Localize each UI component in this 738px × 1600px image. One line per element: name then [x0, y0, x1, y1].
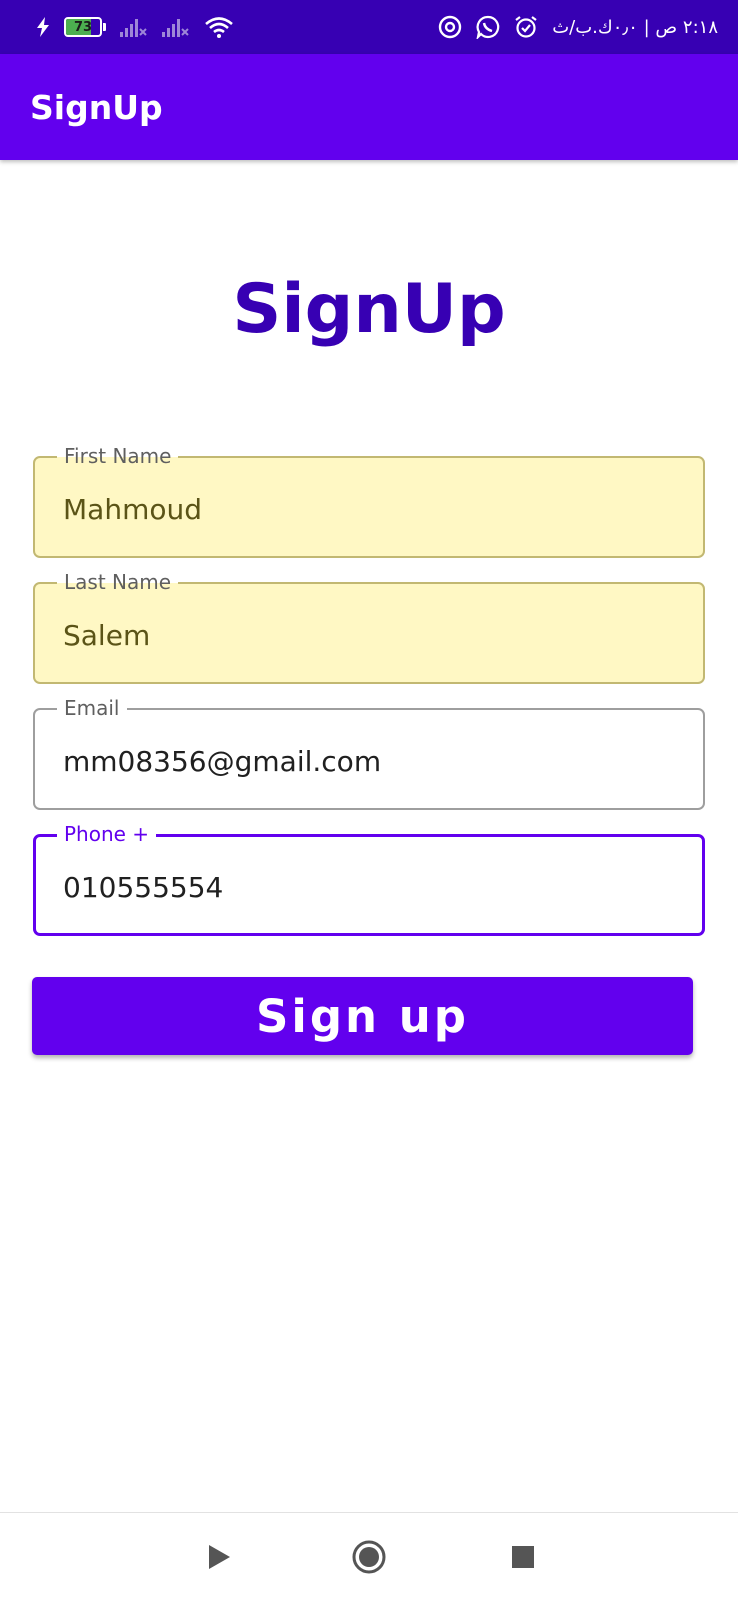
back-icon[interactable]: [197, 1535, 241, 1579]
page-title: SignUp: [232, 270, 506, 349]
app-bar-title: SignUp: [30, 87, 163, 127]
last-name-label: Last Name: [57, 571, 179, 593]
first-name-input[interactable]: [63, 490, 673, 528]
signal-no-service-icon: [162, 17, 190, 37]
alarm-icon: [514, 15, 538, 39]
first-name-label: First Name: [57, 445, 179, 467]
charging-bolt-icon: [36, 17, 50, 37]
email-input[interactable]: [63, 742, 673, 780]
home-icon[interactable]: [347, 1535, 391, 1579]
battery-icon: 73: [64, 17, 106, 37]
status-bar: 73 ٢:١٨ ص | ٠٫٠ك.ب/ث: [0, 0, 738, 54]
status-right-icons: ٢:١٨ ص | ٠٫٠ك.ب/ث: [438, 15, 718, 39]
recents-icon[interactable]: [501, 1535, 545, 1579]
phone-input[interactable]: [63, 868, 673, 906]
signal-no-service-icon: [120, 17, 148, 37]
status-time-network: ٢:١٨ ص | ٠٫٠ك.ب/ث: [552, 16, 718, 38]
battery-level: 73: [73, 19, 93, 35]
status-left-icons: 73: [36, 16, 234, 38]
app-bar: SignUp: [0, 54, 738, 160]
first-name-field[interactable]: First Name: [33, 445, 705, 558]
navigation-bar: [0, 1512, 738, 1600]
whatsapp-icon: [476, 15, 500, 39]
signup-button[interactable]: Sign up: [32, 977, 693, 1055]
email-label: Email: [57, 697, 127, 719]
phone-field[interactable]: Phone +: [33, 823, 705, 936]
last-name-field[interactable]: Last Name: [33, 571, 705, 684]
phone-label: Phone +: [57, 823, 157, 845]
email-field[interactable]: Email: [33, 697, 705, 810]
last-name-input[interactable]: [63, 616, 673, 654]
wifi-icon: [204, 16, 234, 38]
at-sign-icon: [438, 15, 462, 39]
